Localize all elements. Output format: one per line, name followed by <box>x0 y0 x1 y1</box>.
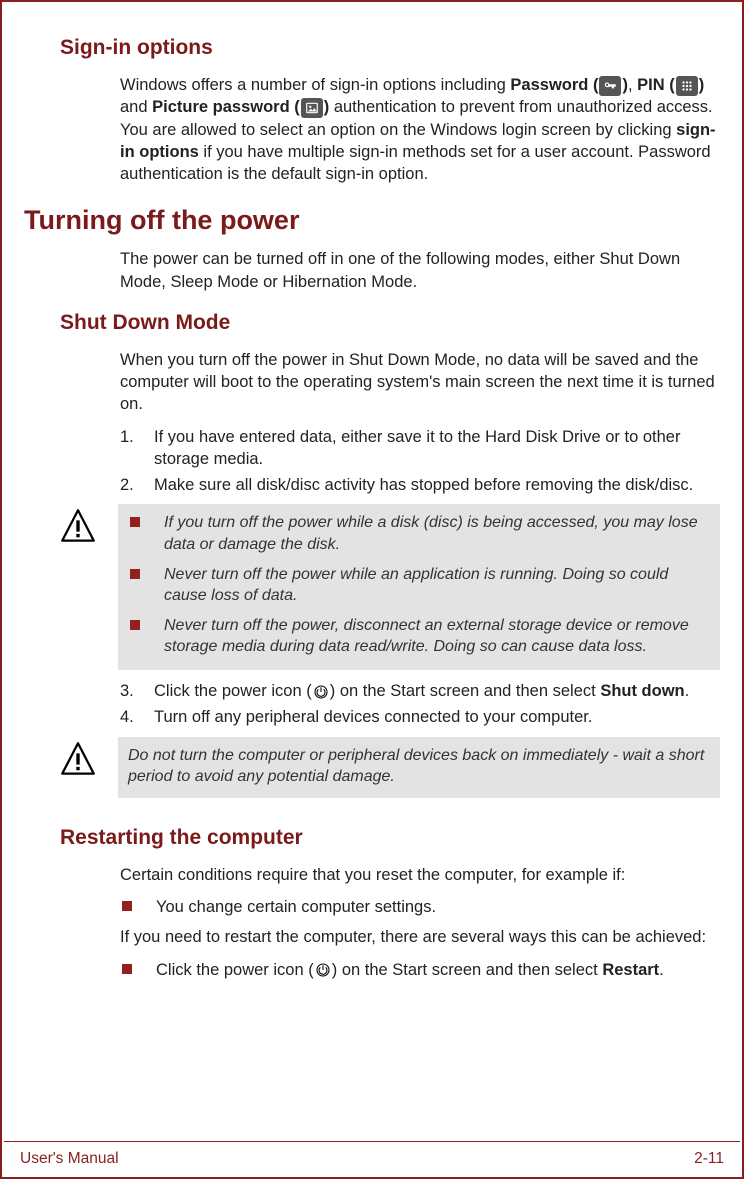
bold-shutdown: Shut down <box>600 682 684 700</box>
warning-icon-column <box>60 737 118 798</box>
list-text: You change certain computer settings. <box>156 896 436 918</box>
shutdown-steps-1-2: 1. If you have entered data, either save… <box>120 426 720 497</box>
warning-body: If you turn off the power while a disk (… <box>118 504 720 670</box>
list-item: 2. Make sure all disk/disc activity has … <box>120 474 720 496</box>
text: Click the power icon ( <box>154 682 312 700</box>
content: Sign-in options Windows offers a number … <box>22 36 722 981</box>
text: . <box>685 682 690 700</box>
list-item: 1. If you have entered data, either save… <box>120 426 720 471</box>
text: ) on the Start screen and then select <box>332 961 603 979</box>
heading-signin: Sign-in options <box>60 36 720 60</box>
list-text: If you have entered data, either save it… <box>154 426 720 471</box>
text: ) <box>699 76 705 94</box>
footer: User's Manual 2-11 <box>4 1141 740 1175</box>
restart-intro: Certain conditions require that you rese… <box>120 864 720 886</box>
warning-triangle-icon <box>60 508 96 544</box>
heading-shutdown: Shut Down Mode <box>60 311 720 335</box>
heading-restart: Restarting the computer <box>60 826 720 850</box>
shutdown-steps-3-4: 3. Click the power icon ( ) on the Start … <box>120 680 720 729</box>
square-bullet-icon <box>122 964 132 974</box>
warning-icon-column <box>60 504 118 670</box>
text: , <box>628 76 637 94</box>
power-icon <box>314 961 332 979</box>
square-bullet-icon <box>130 517 140 527</box>
footer-left: User's Manual <box>20 1150 119 1168</box>
shutdown-intro: When you turn off the power in Shut Down… <box>120 349 720 416</box>
warning-text: Do not turn the computer or peripheral d… <box>128 745 710 788</box>
key-icon <box>599 76 621 96</box>
page: Sign-in options Windows offers a number … <box>0 0 744 1179</box>
text: and <box>120 98 152 116</box>
bold-picture: Picture password ( <box>152 98 300 116</box>
list-number: 4. <box>120 706 154 728</box>
warning-triangle-icon <box>60 741 96 777</box>
list-text: Make sure all disk/disc activity has sto… <box>154 474 720 496</box>
heading-poweroff: Turning off the power <box>24 205 720 236</box>
warning-box: Do not turn the computer or peripheral d… <box>60 737 720 798</box>
keypad-icon <box>676 76 698 96</box>
list-text: Click the power icon ( ) on the Start scr… <box>156 959 664 981</box>
warning-bullet: Never turn off the power while an applic… <box>128 564 710 607</box>
list-number: 3. <box>120 680 154 702</box>
list-number: 1. <box>120 426 154 471</box>
text: if you have multiple sign-in methods set… <box>120 143 711 183</box>
square-bullet-icon <box>130 569 140 579</box>
warning-bullet: Never turn off the power, disconnect an … <box>128 615 710 658</box>
list-item: 4. Turn off any peripheral devices conne… <box>120 706 720 728</box>
bold-restart: Restart <box>602 961 659 979</box>
text: ) on the Start screen and then select <box>330 682 601 700</box>
restart-bullets-2: Click the power icon ( ) on the Start scr… <box>120 959 720 981</box>
square-bullet-icon <box>122 901 132 911</box>
signin-paragraph: Windows offers a number of sign-in optio… <box>120 74 720 185</box>
list-text: Turn off any peripheral devices connecte… <box>154 706 720 728</box>
footer-right: 2-11 <box>694 1150 724 1168</box>
restart-p2: If you need to restart the computer, the… <box>120 926 720 948</box>
poweroff-intro: The power can be turned off in one of th… <box>120 248 720 293</box>
list-number: 2. <box>120 474 154 496</box>
bold-password: Password ( <box>510 76 598 94</box>
warning-bullet: If you turn off the power while a disk (… <box>128 512 710 555</box>
text: . <box>659 961 664 979</box>
list-item: Click the power icon ( ) on the Start scr… <box>120 959 720 981</box>
warning-body: Do not turn the computer or peripheral d… <box>118 737 720 798</box>
warning-box: If you turn off the power while a disk (… <box>60 504 720 670</box>
square-bullet-icon <box>130 620 140 630</box>
bold-pin: PIN ( <box>637 76 675 94</box>
list-item: 3. Click the power icon ( ) on the Start … <box>120 680 720 702</box>
warning-text: Never turn off the power, disconnect an … <box>164 615 710 658</box>
text: Windows offers a number of sign-in optio… <box>120 76 510 94</box>
power-icon <box>312 683 330 701</box>
list-text: Click the power icon ( ) on the Start scr… <box>154 680 720 702</box>
restart-bullets-1: You change certain computer settings. <box>120 896 720 918</box>
warning-text: If you turn off the power while a disk (… <box>164 512 710 555</box>
text: Click the power icon ( <box>156 961 314 979</box>
list-item: You change certain computer settings. <box>120 896 720 918</box>
warning-text: Never turn off the power while an applic… <box>164 564 710 607</box>
picture-icon <box>301 98 323 118</box>
